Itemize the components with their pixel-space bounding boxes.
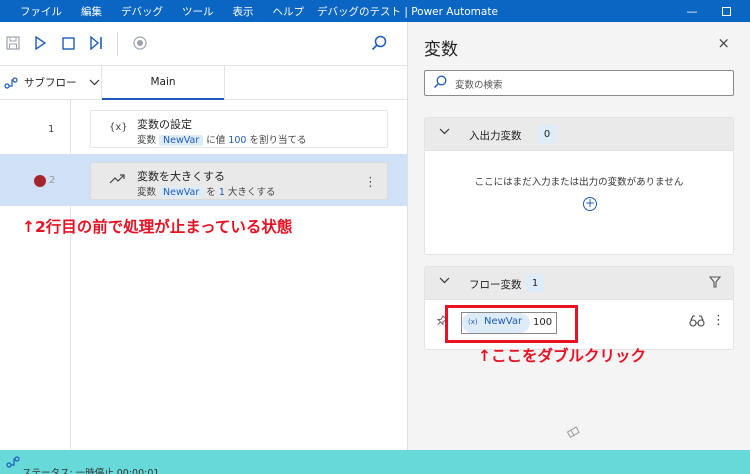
- maximize-icon: [721, 6, 731, 16]
- annotation-double-click-note: ↑ここをダブルクリック: [478, 347, 646, 365]
- menu-tools[interactable]: ツール: [182, 4, 214, 19]
- action-card-set-variable[interactable]: {x} 変数の設定 変数 NewVar に値 100 を割り当てる: [90, 110, 388, 148]
- io-variables-section: 入出力変数 0 ここにはまだ入力または出力の変数がありません +: [424, 117, 734, 255]
- window-title: デバッグのテスト | Power Automate: [317, 6, 498, 18]
- chevron-down-icon: [439, 277, 450, 284]
- search-placeholder: 変数の検索: [455, 80, 503, 91]
- action-title: 変数の設定: [137, 118, 192, 131]
- record-icon[interactable]: [131, 34, 149, 52]
- menu-debug[interactable]: デバッグ: [121, 4, 163, 19]
- more-options-icon[interactable]: ⋮: [712, 313, 725, 328]
- action-description: 変数 NewVar を 1 大きくする: [137, 184, 275, 198]
- desc-mid: に値: [206, 135, 226, 146]
- variable-search-input[interactable]: 変数の検索: [424, 70, 734, 96]
- desc-mid: を: [206, 187, 216, 198]
- flow-count-badge: 1: [526, 274, 544, 292]
- action-row-selected[interactable]: 2 変数を大きくする 変数 NewVar を 1 大きくする ⋮: [0, 154, 407, 206]
- toolbar-divider: [117, 32, 118, 56]
- close-icon[interactable]: ×: [717, 34, 730, 52]
- desc-prefix: 変数: [137, 187, 157, 198]
- annotation-paused-note: ↑2行目の前で処理が止まっている状態: [22, 218, 293, 236]
- value-token: 1: [218, 187, 225, 198]
- tab-main-label: Main: [150, 76, 176, 88]
- chevron-down-icon: [439, 128, 450, 135]
- menu-edit[interactable]: 編集: [81, 4, 102, 19]
- action-description: 変数 NewVar に値 100 を割り当てる: [137, 132, 307, 146]
- desc-suffix: を割り当てる: [249, 135, 307, 146]
- variable-token: NewVar: [159, 187, 204, 198]
- subflow-label: サブフロー: [24, 77, 77, 89]
- action-card-increase-variable[interactable]: 変数を大きくする 変数 NewVar を 1 大きくする ⋮: [90, 162, 388, 200]
- title-bar: ファイル 編集 デバッグ ツール 表示 ヘルプ デバッグのテスト | Power…: [0, 0, 750, 22]
- flow-section-title: フロー変数: [469, 279, 522, 291]
- value-token: 100: [228, 135, 247, 146]
- more-options-icon[interactable]: ⋮: [364, 175, 377, 190]
- search-icon[interactable]: [370, 34, 388, 52]
- io-empty-message: ここにはまだ入力または出力の変数がありません: [474, 177, 684, 188]
- minimize-icon: —: [686, 4, 698, 18]
- status-bar: ステータス: 一時停止 00:00:01: [0, 450, 750, 474]
- menu-file[interactable]: ファイル: [20, 4, 62, 19]
- maximize-button[interactable]: [712, 0, 740, 22]
- action-title: 変数を大きくする: [137, 170, 225, 183]
- line-number: 2: [49, 175, 56, 186]
- flow-workspace: 1 {x} 変数の設定 変数 NewVar に値 100 を割り当てる 2 変数…: [0, 100, 407, 450]
- breakpoint-icon[interactable]: [34, 175, 46, 187]
- menu-bar: ファイル 編集 デバッグ ツール 表示 ヘルプ: [0, 4, 323, 19]
- io-section-title: 入出力変数: [469, 130, 522, 142]
- save-icon[interactable]: [4, 34, 22, 52]
- variables-pane: 変数 × 変数の検索 入出力変数 0 ここにはまだ入力または出力の変数がありませ…: [407, 22, 750, 450]
- watch-icon[interactable]: [689, 315, 705, 330]
- pane-title: 変数: [424, 40, 458, 60]
- variable-icon: {x}: [109, 122, 128, 133]
- minimize-button[interactable]: —: [678, 0, 706, 22]
- io-count-badge: 0: [538, 125, 556, 143]
- status-text: ステータス: 一時停止 00:00:01: [22, 468, 160, 474]
- desc-suffix: 大きくする: [227, 187, 276, 198]
- variable-token: NewVar: [159, 135, 204, 146]
- subflow-icon: [4, 76, 18, 89]
- highlight-box: [445, 305, 578, 343]
- line-number: 1: [48, 124, 55, 135]
- increase-icon: [109, 174, 125, 187]
- tab-main[interactable]: Main: [102, 66, 224, 100]
- play-icon[interactable]: [31, 34, 49, 52]
- menu-view[interactable]: 表示: [233, 4, 254, 19]
- desc-prefix: 変数: [137, 135, 157, 146]
- add-variable-icon[interactable]: +: [583, 197, 597, 211]
- search-icon: [433, 75, 447, 92]
- tab-divider: [224, 66, 225, 100]
- filter-icon[interactable]: [708, 276, 722, 291]
- eraser-icon[interactable]: [566, 425, 583, 442]
- menu-help[interactable]: ヘルプ: [273, 4, 305, 19]
- flow-tabs: サブフロー Main: [0, 66, 407, 100]
- flow-section-header[interactable]: フロー変数 1: [425, 267, 733, 300]
- step-icon[interactable]: [87, 34, 105, 52]
- action-row[interactable]: 1 {x} 変数の設定 変数 NewVar に値 100 を割り当てる: [0, 102, 407, 154]
- toolbar: [0, 22, 407, 66]
- status-icon: [6, 456, 20, 471]
- subflow-dropdown[interactable]: サブフロー: [4, 75, 100, 90]
- stop-icon[interactable]: [59, 34, 77, 52]
- chevron-down-icon: [89, 79, 99, 86]
- io-section-header[interactable]: 入出力変数 0: [425, 118, 733, 151]
